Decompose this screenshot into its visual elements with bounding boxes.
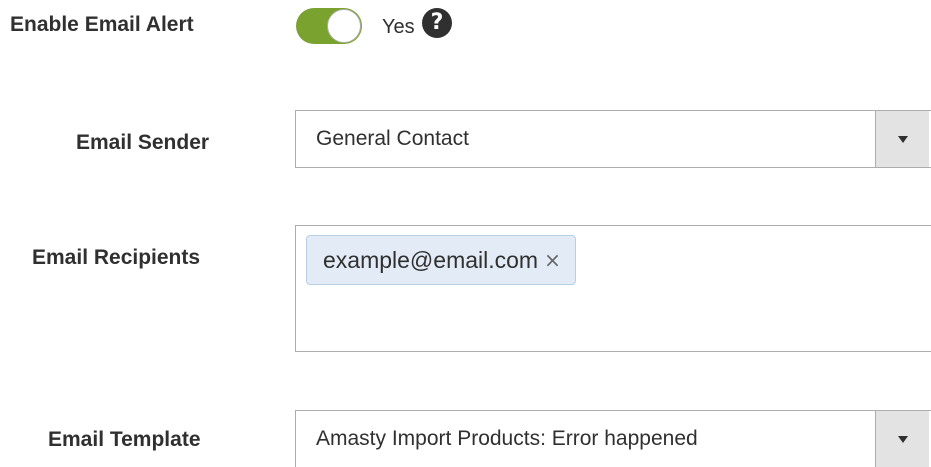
- question-circle-icon[interactable]: ?: [422, 8, 452, 38]
- toggle-knob: [327, 9, 361, 43]
- email-recipients-input[interactable]: example@email.com ×: [295, 225, 931, 352]
- close-icon[interactable]: ×: [544, 248, 561, 272]
- email-recipients-label: Email Recipients: [32, 246, 201, 269]
- email-sender-value: General Contact: [316, 127, 469, 150]
- email-template-label: Email Template: [48, 428, 201, 451]
- email-sender-select[interactable]: General Contact: [295, 110, 931, 168]
- email-alert-settings: Enable Email Alert Yes ? Email Sender Ge…: [0, 0, 931, 467]
- toggle-state-text: Yes: [382, 16, 415, 38]
- chevron-down-icon[interactable]: [875, 411, 929, 467]
- email-alert-toggle[interactable]: [296, 8, 362, 44]
- email-template-value: Amasty Import Products: Error happened: [316, 427, 698, 450]
- chevron-down-icon[interactable]: [875, 111, 929, 167]
- email-sender-label: Email Sender: [76, 131, 210, 154]
- enable-email-alert-label: Enable Email Alert: [10, 13, 194, 36]
- recipient-chip-text: example@email.com: [323, 246, 539, 273]
- email-template-select[interactable]: Amasty Import Products: Error happened: [295, 410, 931, 467]
- recipient-chip: example@email.com ×: [306, 235, 576, 285]
